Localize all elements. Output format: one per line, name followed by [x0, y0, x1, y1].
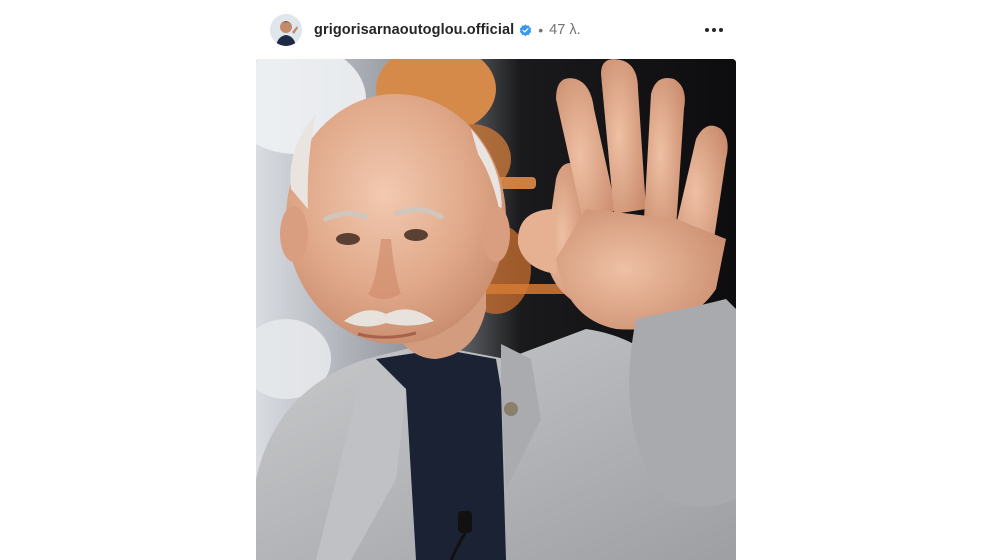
post-image[interactable]	[256, 59, 736, 560]
verified-badge-icon	[519, 23, 532, 36]
separator-dot: •	[538, 22, 544, 38]
username-link[interactable]: grigorisarnaoutoglou.official	[314, 22, 514, 38]
avatar[interactable]	[270, 14, 302, 46]
more-horizontal-icon	[705, 28, 723, 32]
more-options-button[interactable]	[700, 20, 728, 40]
post-time[interactable]: 47 λ.	[549, 22, 580, 38]
post-header: grigorisarnaoutoglou.official • 47 λ.	[256, 8, 736, 52]
post-photo	[256, 59, 736, 560]
instagram-post: grigorisarnaoutoglou.official • 47 λ.	[0, 0, 1000, 560]
